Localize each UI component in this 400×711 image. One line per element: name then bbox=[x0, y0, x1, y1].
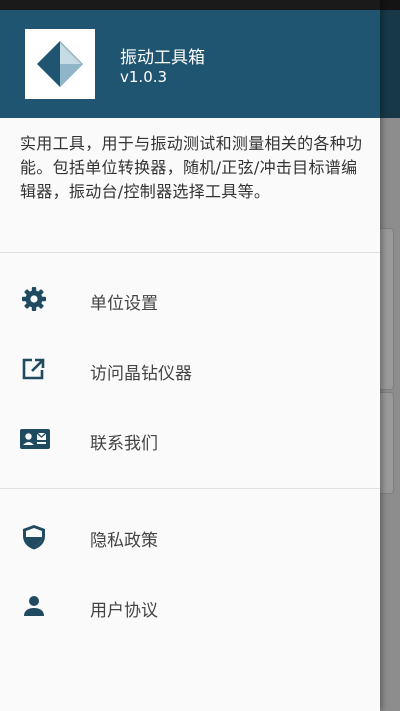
menu-label: 单位设置 bbox=[90, 294, 158, 314]
menu-item-user-agreement[interactable]: 用户协议 bbox=[0, 578, 380, 634]
menu-label: 用户协议 bbox=[90, 601, 158, 621]
app-logo bbox=[25, 29, 95, 99]
menu-label: 联系我们 bbox=[90, 434, 158, 454]
menu-item-visit-website[interactable]: 访问晶钻仪器 bbox=[0, 341, 380, 397]
navigation-drawer: 振动工具箱 v1.0.3 实用工具，用于与振动测试和测量相关的各种功能。包括单位… bbox=[0, 0, 380, 711]
divider bbox=[0, 488, 380, 489]
menu-label: 访问晶钻仪器 bbox=[90, 364, 192, 384]
menu-item-unit-settings[interactable]: 单位设置 bbox=[0, 271, 380, 327]
divider bbox=[0, 252, 380, 253]
menu-label: 隐私政策 bbox=[90, 531, 158, 551]
diamond-logo-icon bbox=[37, 41, 83, 87]
app-description: 实用工具，用于与振动测试和测量相关的各种功能。包括单位转换器，随机/正弦/冲击目… bbox=[20, 134, 363, 201]
person-icon bbox=[20, 594, 48, 618]
menu-item-privacy-policy[interactable]: 隐私政策 bbox=[0, 508, 380, 564]
open-in-new-icon bbox=[20, 357, 48, 381]
app-title: 振动工具箱 bbox=[120, 48, 205, 68]
gear-icon bbox=[20, 287, 48, 311]
menu-item-contact-us[interactable]: 联系我们 bbox=[0, 411, 380, 467]
status-bar bbox=[0, 0, 380, 10]
app-version: v1.0.3 bbox=[120, 68, 168, 86]
shield-icon bbox=[20, 524, 48, 550]
drawer-header: 振动工具箱 v1.0.3 bbox=[0, 10, 380, 118]
contact-card-icon bbox=[20, 427, 50, 451]
